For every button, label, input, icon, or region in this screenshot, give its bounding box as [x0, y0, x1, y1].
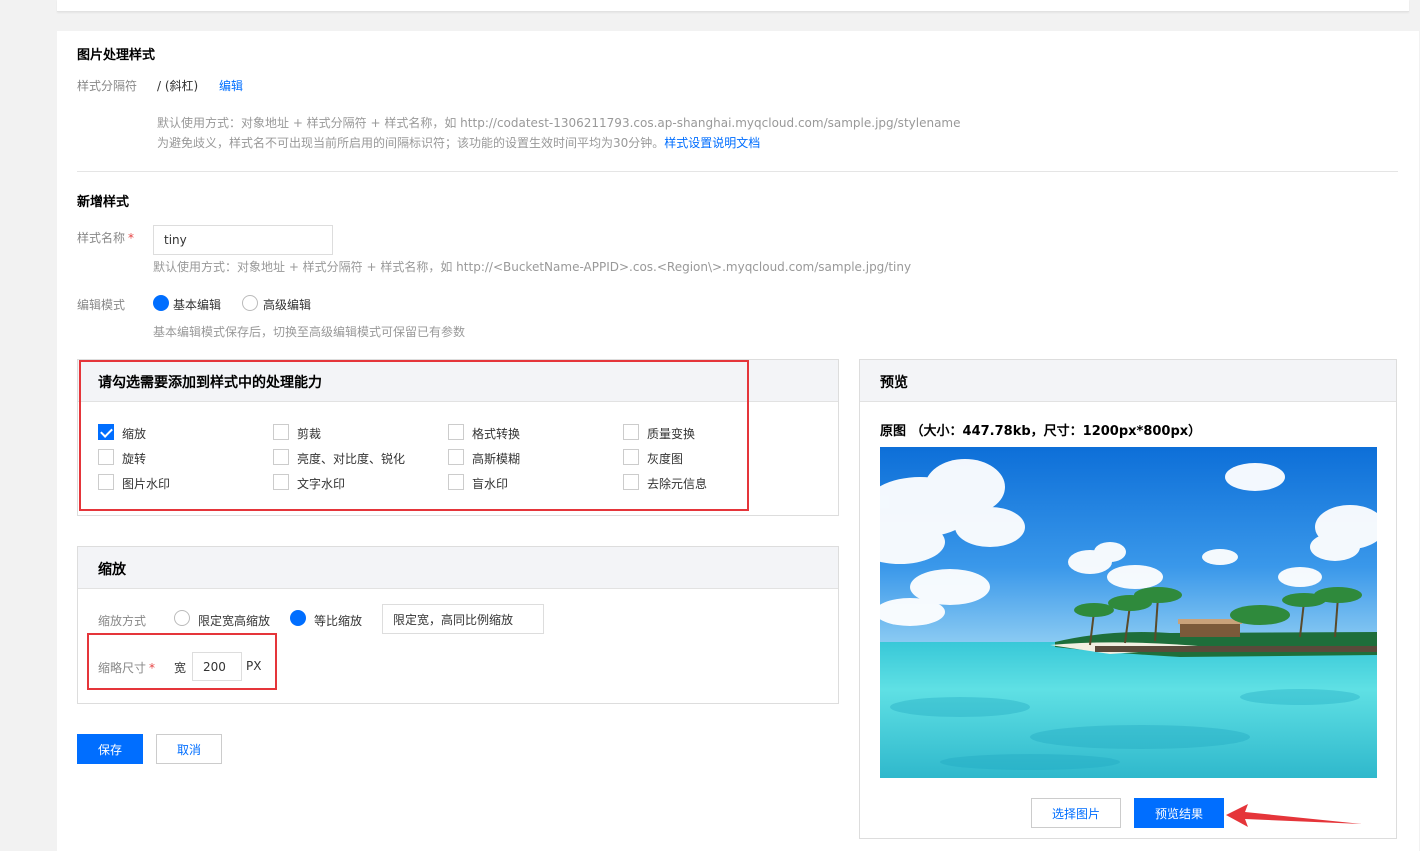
style-name-hint: 默认使用方式：对象地址 + 样式分隔符 + 样式名称，如 http://<Buc… [153, 260, 912, 274]
checkbox-blind-watermark-label: 盲水印 [472, 477, 509, 491]
select-image-button[interactable]: 选择图片 [1031, 798, 1121, 828]
capabilities-title: 请勾选需要添加到样式中的处理能力 [98, 375, 322, 391]
checkbox-crop[interactable] [273, 424, 289, 440]
checkbox-text-watermark-label: 文字水印 [297, 477, 346, 491]
checkbox-format-convert[interactable] [448, 424, 464, 440]
checkbox-text-watermark[interactable] [273, 474, 289, 490]
new-style-title: 新增样式 [77, 195, 130, 210]
width-label: 宽 [174, 661, 187, 675]
checkbox-grayscale[interactable] [623, 449, 639, 465]
radio-proportional-scale[interactable] [290, 610, 306, 626]
checkbox-strip-metadata-label: 去除元信息 [647, 477, 708, 491]
width-unit: PX [246, 659, 262, 673]
radio-fixed-scale[interactable] [174, 610, 190, 626]
top-card [57, 0, 1409, 12]
checkbox-scale-label: 缩放 [122, 427, 147, 441]
thumb-required-mark: * [149, 661, 156, 675]
separator-hint-2: 为避免歧义，样式名不可出现当前所启用的间隔标识符；该功能的设置生效时间平均为30… [157, 134, 760, 151]
checkbox-strip-metadata[interactable] [623, 474, 639, 490]
preview-title: 预览 [880, 375, 908, 391]
separator-hint-1: 默认使用方式：对象地址 + 样式分隔符 + 样式名称，如 http://coda… [157, 116, 961, 130]
capabilities-panel: 请勾选需要添加到样式中的处理能力 缩放 剪裁 格式转换 质量变换 旋转 亮度、对… [77, 359, 839, 516]
edit-separator-link[interactable]: 编辑 [219, 77, 243, 94]
scale-panel-header: 缩放 [78, 547, 838, 589]
checkbox-quality[interactable] [623, 424, 639, 440]
scale-panel: 缩放 缩放方式 限定宽高缩放 等比缩放 限定宽，高同比例缩放 缩略尺寸* 宽 P… [77, 546, 839, 704]
required-mark: * [128, 231, 135, 245]
style-doc-link[interactable]: 样式设置说明文档 [664, 136, 760, 150]
original-image-info: 原图 （大小：447.78kb，尺寸：1200px*800px） [880, 424, 1202, 439]
capabilities-panel-header: 请勾选需要添加到样式中的处理能力 [78, 360, 838, 402]
preview-panel-header: 预览 [860, 360, 1396, 402]
checkbox-blind-watermark[interactable] [448, 474, 464, 490]
checkbox-brightness-label: 亮度、对比度、锐化 [297, 452, 406, 466]
checkbox-scale[interactable] [98, 424, 114, 440]
checkbox-rotate-label: 旋转 [122, 452, 147, 466]
checkbox-image-watermark[interactable] [98, 474, 114, 490]
annotation-arrow [1226, 804, 1362, 827]
scale-sub-option-select[interactable]: 限定宽，高同比例缩放 [382, 604, 544, 634]
preview-image [880, 447, 1377, 778]
separator-value: / (斜杠) [157, 79, 199, 93]
edit-mode-label: 编辑模式 [77, 298, 126, 312]
checkbox-blur-label: 高斯模糊 [472, 452, 521, 466]
preview-result-button[interactable]: 预览结果 [1134, 798, 1224, 828]
style-name-label: 样式名称 * [77, 229, 134, 246]
radio-advanced-edit-label: 高级编辑 [263, 298, 312, 312]
checkbox-rotate[interactable] [98, 449, 114, 465]
radio-basic-edit[interactable] [153, 295, 169, 311]
thumb-size-label: 缩略尺寸 * [98, 659, 155, 676]
edit-mode-hint: 基本编辑模式保存后，切换至高级编辑模式可保留已有参数 [153, 325, 466, 339]
separator-hint-2-text: 为避免歧义，样式名不可出现当前所启用的间隔标识符；该功能的设置生效时间平均为30… [157, 136, 665, 150]
radio-basic-edit-label: 基本编辑 [173, 298, 222, 312]
checkbox-crop-label: 剪裁 [297, 427, 322, 441]
scale-method-label: 缩放方式 [98, 614, 147, 628]
checkbox-brightness[interactable] [273, 449, 289, 465]
section-divider [77, 171, 1398, 172]
thumb-size-label-text: 缩略尺寸 [98, 661, 147, 675]
checkbox-format-convert-label: 格式转换 [472, 427, 521, 441]
beach-illustration [880, 447, 1377, 778]
preview-panel: 预览 原图 （大小：447.78kb，尺寸：1200px*800px） 选择图片… [859, 359, 1397, 839]
checkbox-blur[interactable] [448, 449, 464, 465]
style-name-input[interactable] [153, 225, 333, 255]
checkbox-grayscale-label: 灰度图 [647, 452, 684, 466]
style-settings-title: 图片处理样式 [77, 48, 156, 63]
save-button[interactable]: 保存 [77, 734, 143, 764]
scale-title: 缩放 [98, 562, 126, 578]
separator-label: 样式分隔符 [77, 79, 138, 93]
radio-proportional-scale-label: 等比缩放 [314, 614, 363, 628]
cancel-button[interactable]: 取消 [156, 734, 222, 764]
radio-advanced-edit[interactable] [242, 295, 258, 311]
width-input[interactable] [192, 652, 242, 681]
checkbox-image-watermark-label: 图片水印 [122, 477, 171, 491]
checkbox-quality-label: 质量变换 [647, 427, 696, 441]
style-name-label-text: 样式名称 [77, 231, 126, 245]
radio-fixed-scale-label: 限定宽高缩放 [198, 614, 271, 628]
